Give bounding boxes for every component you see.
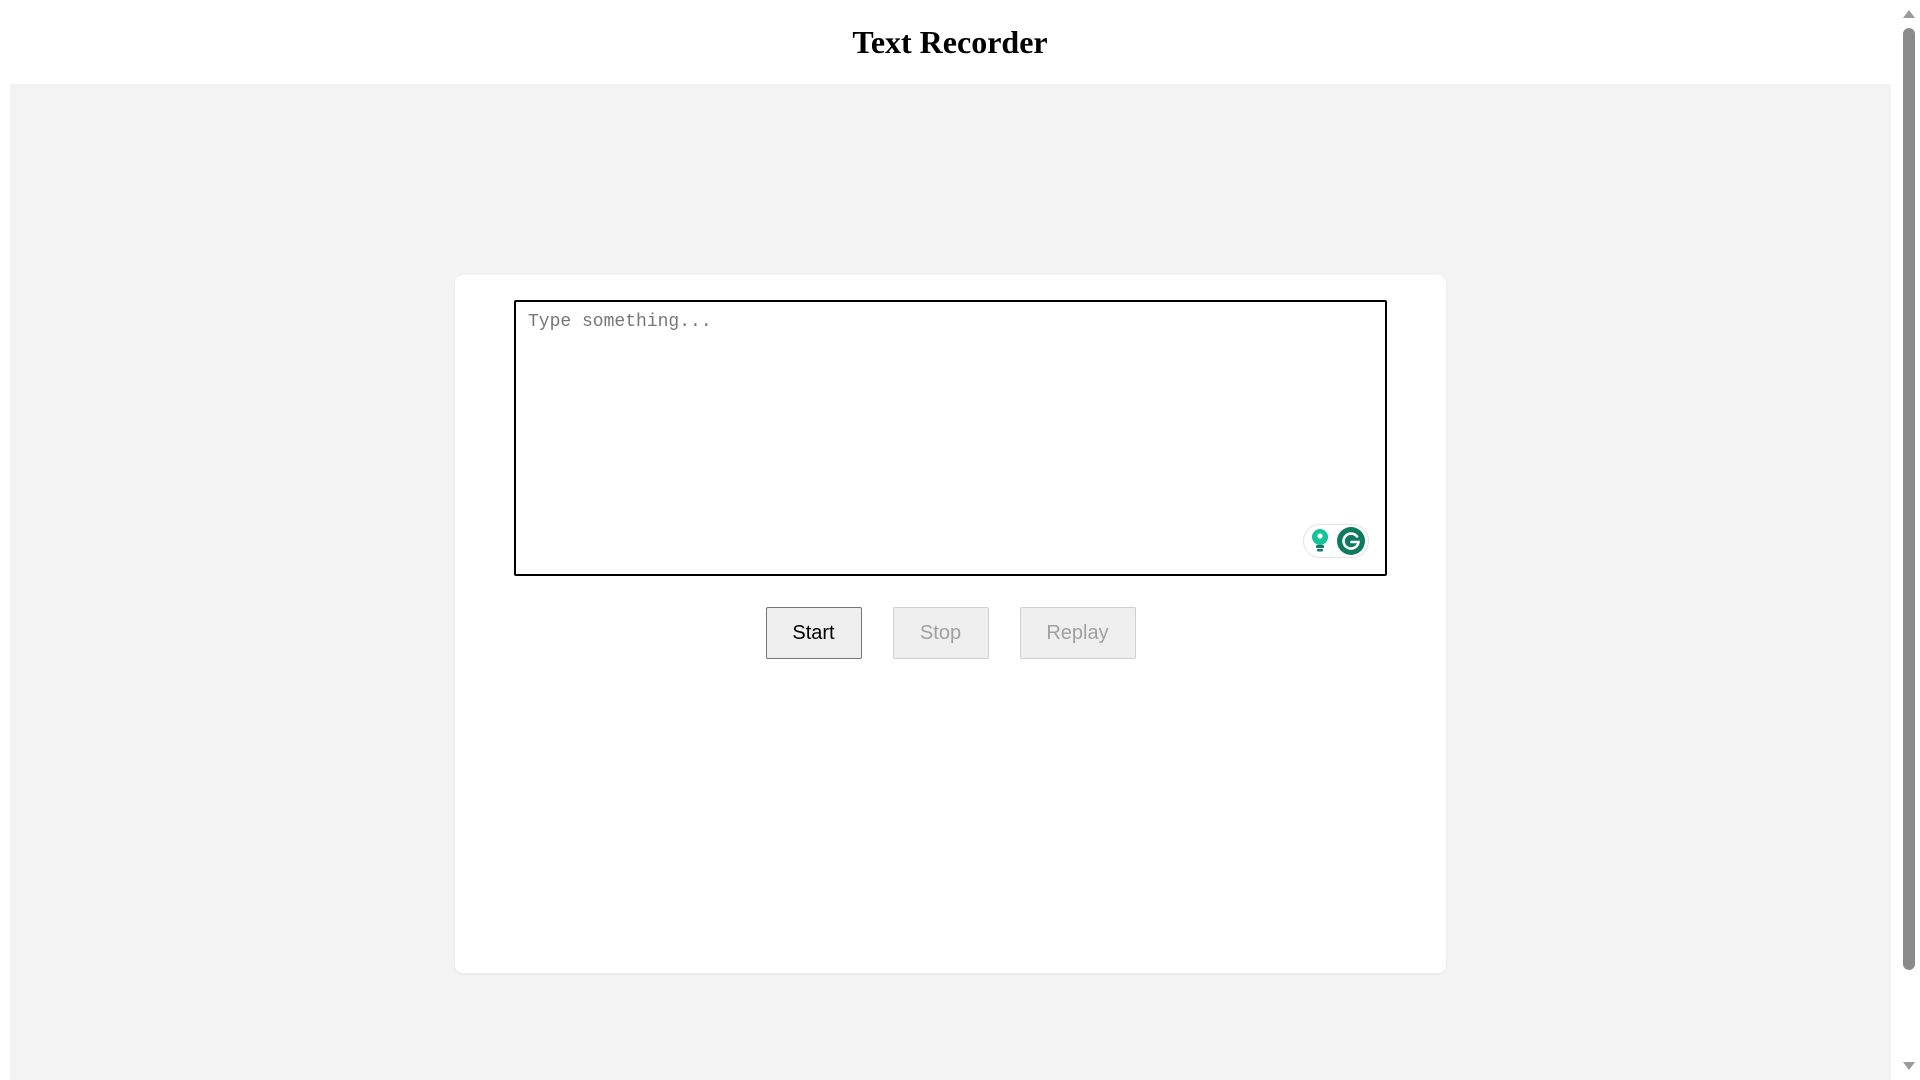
scrollbar-thumb[interactable]	[1903, 28, 1915, 970]
page-title: Text Recorder	[852, 24, 1048, 60]
scroll-down-arrow-icon[interactable]	[1903, 1062, 1915, 1070]
text-input[interactable]	[514, 300, 1387, 576]
vertical-scrollbar[interactable]	[1898, 0, 1920, 1080]
grammarly-g-icon[interactable]	[1336, 526, 1366, 556]
replay-button[interactable]: Replay	[1019, 607, 1136, 659]
scroll-up-arrow-icon[interactable]	[1903, 10, 1915, 18]
recorder-card: Start Stop Replay	[455, 275, 1446, 973]
stop-button[interactable]: Stop	[892, 607, 989, 659]
controls-row: Start Stop Replay	[455, 607, 1446, 659]
start-button[interactable]: Start	[765, 607, 862, 659]
grammar-extension-widget[interactable]	[1303, 524, 1369, 558]
lightbulb-icon[interactable]	[1308, 527, 1332, 555]
main-area: Start Stop Replay	[10, 84, 1891, 1080]
editor-container	[514, 300, 1387, 576]
page: Text Recorder Type something... Start St…	[0, 0, 1920, 1080]
